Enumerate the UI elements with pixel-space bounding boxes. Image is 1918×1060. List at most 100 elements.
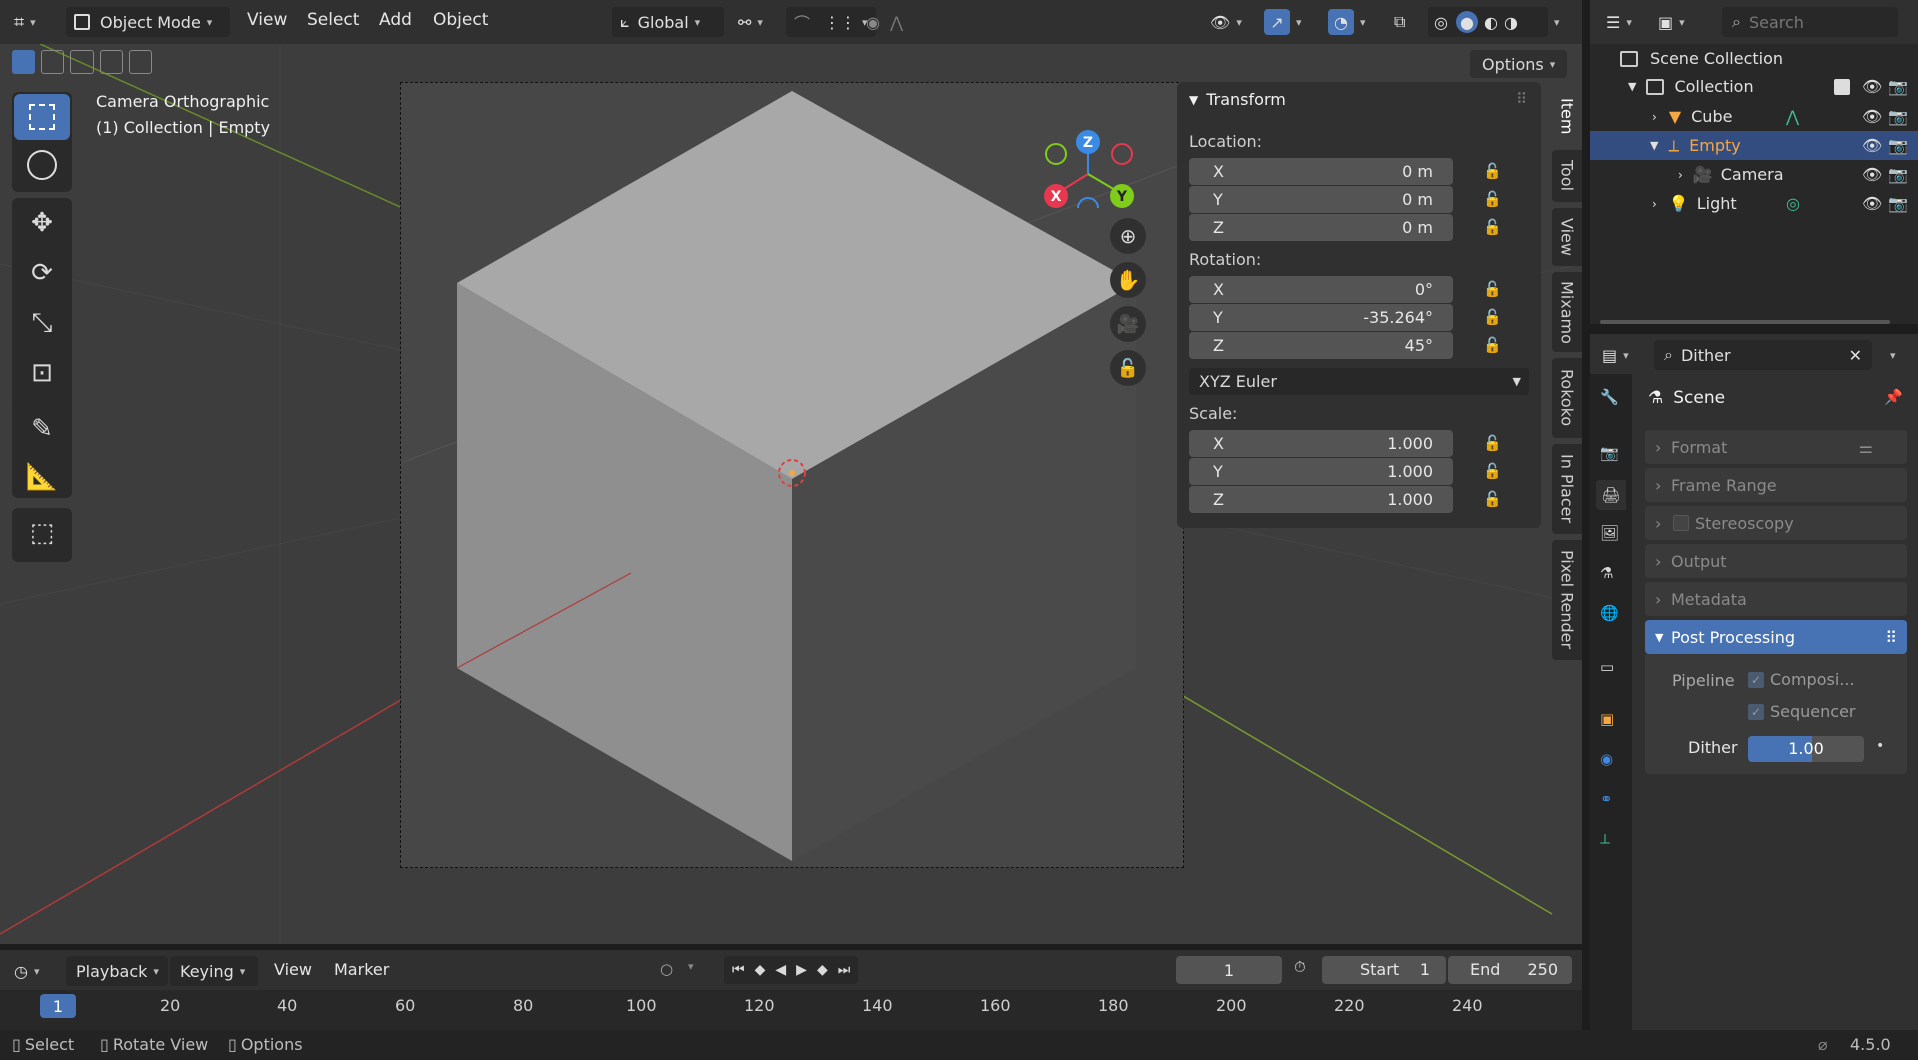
outliner-search[interactable]: ⌕ Search (1722, 7, 1898, 37)
mode-selector[interactable]: Object Mode ▾ (66, 7, 230, 37)
select-invert-icon[interactable] (99, 50, 123, 74)
options-button[interactable]: Options ▾ (1470, 50, 1568, 78)
keyframe-dot-icon[interactable]: • (1876, 738, 1884, 754)
scale-x-field[interactable]: X 1.000 (1189, 430, 1453, 457)
select-intersect-icon[interactable] (128, 50, 153, 74)
location-x-field[interactable]: X 0 m (1189, 158, 1453, 185)
render-camera-icon[interactable]: 📷 (1888, 194, 1908, 213)
scale-tool[interactable]: ⤡ (14, 300, 70, 346)
eye-icon[interactable]: 👁 (1862, 77, 1882, 96)
lock-icon[interactable]: 🔓 (1483, 490, 1505, 510)
drag-handle-icon[interactable]: ⠿ (1516, 90, 1527, 108)
navigation-gizmo[interactable]: Z X Y (1030, 98, 1180, 208)
outliner-row-light[interactable]: › 💡 Light ◎ 👁 📷 (1590, 189, 1918, 218)
lock-icon[interactable]: 🔓 (1483, 462, 1505, 482)
lock-icon[interactable]: 🔓 (1483, 190, 1505, 210)
outliner-editor-type[interactable]: ☰ ▾ (1606, 7, 1650, 37)
panel-frame-range[interactable]: › Frame Range (1645, 468, 1907, 502)
collection-tab-icon[interactable]: ▭ (1600, 658, 1614, 676)
timeline-editor-type[interactable]: ◷ ▾ (14, 956, 58, 986)
tab-pixel-render[interactable]: Pixel Render (1552, 540, 1582, 660)
xray-toggle[interactable]: ⧉ (1394, 7, 1420, 37)
sequencer-checkbox[interactable]: ✓ Sequencer (1748, 702, 1856, 721)
tab-in-placer[interactable]: In Placer (1552, 444, 1582, 534)
view-layer-tab-icon[interactable]: 🖼 (1600, 524, 1619, 542)
eye-icon[interactable]: 👁 (1862, 107, 1882, 126)
compositing-checkbox[interactable]: ✓ Composi... (1748, 670, 1855, 689)
measure-tool[interactable]: 📐 (14, 454, 70, 500)
shading-group[interactable]: ◎ ● ◐ ◑ (1428, 7, 1548, 37)
annotate-tool[interactable]: ✎ (14, 406, 70, 452)
select-extend-icon[interactable] (41, 50, 65, 74)
current-frame-field[interactable]: 1 (1176, 956, 1282, 984)
transform-header[interactable]: ▼ Transform (1189, 90, 1286, 109)
render-camera-icon[interactable]: 📷 (1888, 77, 1908, 96)
tool-tab-icon[interactable]: 🔧 (1600, 388, 1619, 406)
timeline-view-menu[interactable]: View (274, 960, 312, 979)
panel-output[interactable]: › Output (1645, 544, 1907, 578)
outliner-row-cube[interactable]: › ▼ Cube ⋀ 👁 📷 (1590, 102, 1918, 131)
snap-group[interactable]: ⌒ ⋮⋮ ▾ (786, 7, 876, 37)
lock-icon[interactable]: 🔓 (1483, 218, 1505, 238)
menu-add[interactable]: Add (379, 10, 412, 30)
material-shading-icon[interactable]: ◐ (1484, 13, 1498, 32)
tab-rokoko[interactable]: Rokoko (1552, 358, 1582, 438)
overlay-toggle[interactable]: ◔ ▾ (1328, 7, 1378, 37)
rotation-y-field[interactable]: Y -35.264° (1189, 304, 1453, 331)
properties-options-button[interactable]: ▾ (1884, 340, 1908, 370)
lock-icon[interactable]: 🔓 (1483, 308, 1505, 328)
rotate-tool[interactable]: ⟳ (14, 250, 70, 296)
playhead[interactable]: 1 (40, 994, 76, 1018)
start-frame-field[interactable]: Start 1 (1322, 956, 1446, 984)
play-reverse-icon[interactable]: ◀ (775, 962, 786, 978)
rendered-shading-icon[interactable]: ◑ (1504, 13, 1518, 32)
camera-view-button[interactable]: 🎥 (1110, 306, 1146, 342)
render-camera-icon[interactable]: 📷 (1888, 136, 1908, 155)
drag-handle-icon[interactable]: ⠿ (1885, 628, 1897, 647)
location-y-field[interactable]: Y 0 m (1189, 186, 1453, 213)
lock-icon[interactable]: 🔓 (1483, 336, 1505, 356)
checkbox-icon[interactable] (1673, 515, 1689, 531)
constraints-tab-icon[interactable]: ⚭ (1600, 790, 1613, 808)
solid-shading-icon[interactable]: ● (1455, 11, 1478, 33)
eye-icon[interactable]: 👁 (1862, 165, 1882, 184)
orientation-selector[interactable]: ⟀ Global ▾ (612, 7, 724, 37)
rotation-mode-select[interactable]: XYZ Euler ▼ (1189, 368, 1529, 395)
render-camera-icon[interactable]: 📷 (1888, 107, 1908, 126)
zoom-button[interactable]: ⊕ (1110, 218, 1146, 254)
outliner-row-collection[interactable]: ▼ Collection 👁 📷 (1590, 72, 1918, 101)
select-new-icon[interactable] (12, 50, 36, 74)
stopwatch-icon[interactable]: ⏱ (1294, 958, 1316, 980)
jump-start-icon[interactable]: ⏮ (732, 962, 745, 978)
tab-tool[interactable]: Tool (1552, 150, 1582, 202)
outliner-row-empty[interactable]: ▼ ⟂ Empty 👁 📷 (1590, 131, 1918, 160)
pivot-button[interactable]: ⚯ ▾ (738, 7, 782, 37)
panel-stereoscopy[interactable]: › Stereoscopy (1645, 506, 1907, 540)
panel-post-processing[interactable]: ▼ Post Processing ⠿ (1645, 620, 1907, 654)
scene-tab-icon[interactable]: ⚗ (1600, 564, 1613, 582)
eye-icon[interactable]: 👁 (1862, 194, 1882, 213)
wireframe-shading-icon[interactable]: ◎ (1434, 13, 1448, 32)
object-tab-icon[interactable]: ▣ (1600, 710, 1614, 728)
shading-options-button[interactable]: ▾ (1548, 7, 1568, 37)
lock-camera-button[interactable]: 🔓 (1110, 350, 1146, 386)
outliner-scrollbar[interactable] (1600, 320, 1890, 324)
eye-icon[interactable]: 👁 (1862, 136, 1882, 155)
timeline-marker-menu[interactable]: Marker (334, 960, 389, 979)
render-tab-icon[interactable]: 📷 (1600, 444, 1619, 462)
menu-select[interactable]: Select (307, 10, 359, 30)
checkbox-icon[interactable] (1834, 78, 1850, 95)
select-subtract-icon[interactable] (70, 50, 94, 74)
location-z-field[interactable]: Z 0 m (1189, 214, 1453, 241)
menu-view[interactable]: View (247, 10, 287, 30)
end-frame-field[interactable]: End 250 (1448, 956, 1572, 984)
dither-slider[interactable]: 1.00 (1748, 736, 1864, 762)
tab-item[interactable]: Item (1552, 88, 1582, 144)
chevron-down-icon[interactable]: ▾ (688, 960, 694, 973)
pin-icon[interactable]: 📌 (1884, 388, 1903, 406)
output-tab-icon[interactable]: 🖨 (1596, 480, 1626, 510)
gizmo-toggle[interactable]: ↗ ▾ (1264, 7, 1314, 37)
play-icon[interactable]: ▶ (796, 962, 807, 978)
next-keyframe-icon[interactable]: ◆ (817, 962, 828, 978)
playback-menu[interactable]: Playback ▾ (66, 956, 168, 986)
